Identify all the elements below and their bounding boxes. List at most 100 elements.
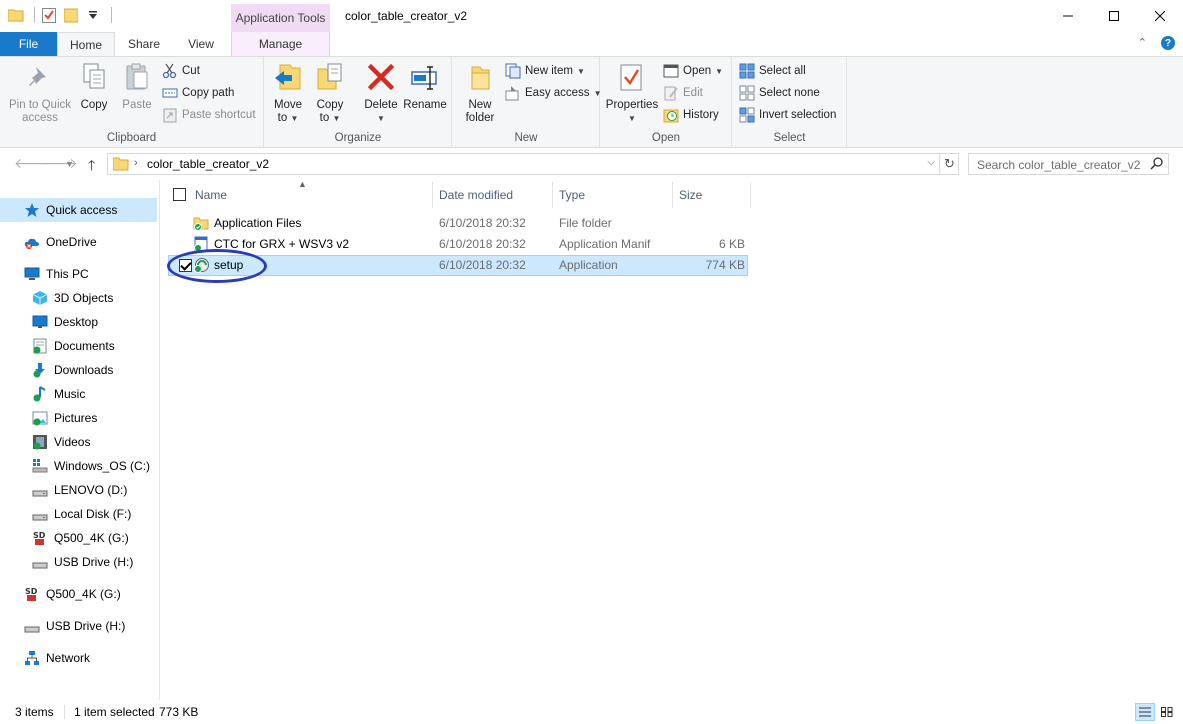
nav-music-label: Music	[54, 387, 86, 401]
edit-label: Edit	[683, 87, 703, 99]
usb-drive-icon	[24, 618, 40, 634]
music-icon	[32, 386, 48, 402]
delete-dropdown-icon[interactable]: ▼	[377, 112, 385, 125]
nav-downloads[interactable]: Downloads	[32, 358, 113, 382]
select-group-label: Select	[773, 132, 806, 144]
breadcrumb-current-folder[interactable]: color_table_creator_v2	[147, 157, 269, 171]
properties-dropdown-icon[interactable]: ▼	[628, 112, 636, 125]
nav-usb-sub[interactable]: USB Drive (H:)	[32, 550, 133, 574]
column-header-type[interactable]: Type	[559, 182, 585, 208]
nav-desktop[interactable]: Desktop	[32, 310, 98, 334]
nav-local-disk-label: Local Disk (F:)	[54, 507, 132, 521]
invert-selection-icon	[739, 107, 755, 123]
copy-button[interactable]: Copy	[76, 61, 112, 112]
new-folder-button[interactable]: New folder	[461, 61, 499, 125]
nav-quick-access[interactable]: Quick access	[0, 198, 157, 222]
select-all-button[interactable]: Select all	[739, 61, 806, 81]
pin-to-quick-access-button[interactable]: Pin to Quick access	[6, 61, 74, 125]
nav-pictures[interactable]: Pictures	[32, 406, 97, 430]
breadcrumb-chevron-icon[interactable]: ›	[134, 157, 138, 169]
close-button[interactable]	[1137, 0, 1183, 32]
nav-music[interactable]: Music	[32, 382, 85, 406]
rename-button[interactable]: Rename	[403, 61, 447, 112]
new-item-button[interactable]: New item ▼	[505, 61, 585, 81]
status-selected-count: 1 item selected	[74, 705, 155, 719]
new-folder-icon	[464, 61, 496, 93]
file-row[interactable]: Application Files 6/10/2018 20:32 File f…	[168, 213, 748, 234]
properties-icon	[616, 61, 648, 93]
copy-label: Copy	[80, 99, 108, 111]
address-bar[interactable]: › color_table_creator_v2 ⌵	[107, 153, 940, 175]
nav-lenovo-drive[interactable]: LENOVO (D:)	[32, 478, 127, 502]
column-header-date-modified[interactable]: Date modified	[439, 182, 513, 208]
large-icons-view-icon[interactable]	[1157, 703, 1177, 721]
drive-icon	[32, 506, 48, 522]
tab-home[interactable]: Home	[57, 32, 115, 57]
move-to-button[interactable]: Move to ▼	[271, 61, 305, 125]
new-folder-quick-icon[interactable]	[63, 7, 79, 23]
tab-manage[interactable]: Manage	[231, 32, 330, 56]
paste-button[interactable]: Paste	[118, 61, 156, 112]
maximize-button[interactable]	[1091, 0, 1137, 32]
nav-windows-os[interactable]: Windows_OS (C:)	[32, 454, 150, 478]
history-icon	[663, 107, 679, 123]
edit-button[interactable]: Edit	[663, 83, 703, 103]
delete-button[interactable]: Delete ▼	[361, 61, 401, 125]
file-size: 774 KB	[705, 258, 745, 272]
column-divider[interactable]	[552, 182, 553, 208]
column-header-size[interactable]: Size	[679, 182, 702, 208]
pane-divider[interactable]	[159, 180, 160, 700]
tab-file[interactable]: File	[0, 32, 57, 56]
nav-network[interactable]: Network	[24, 646, 90, 670]
nav-q500-sub[interactable]: SD Q500_4K (G:)	[32, 526, 129, 550]
open-button[interactable]: Open ▼	[663, 61, 723, 81]
search-box[interactable]: Search color_table_creator_v2	[968, 153, 1169, 175]
nav-onedrive-label: OneDrive	[46, 235, 97, 249]
nav-3d-objects[interactable]: 3D Objects	[32, 286, 113, 310]
column-divider[interactable]	[750, 182, 751, 208]
customize-toolbar-icon[interactable]	[85, 7, 101, 23]
delete-label: Delete	[364, 99, 398, 111]
recent-locations-icon[interactable]: ▼	[65, 159, 74, 169]
copy-path-label: Copy path	[182, 87, 235, 99]
status-bar: 3 items 1 item selected 773 KB	[0, 700, 1183, 724]
copy-to-button[interactable]: Copy to ▼	[313, 61, 347, 125]
scissors-icon	[162, 63, 178, 79]
collapse-ribbon-icon[interactable]: ⌃	[1138, 36, 1147, 50]
tab-view[interactable]: View	[172, 32, 230, 56]
nav-usb[interactable]: USB Drive (H:)	[24, 614, 125, 638]
nav-videos[interactable]: Videos	[32, 430, 90, 454]
windows-drive-icon	[32, 458, 48, 474]
properties-button[interactable]: Properties ▼	[605, 61, 659, 125]
copy-path-button[interactable]: Copy path	[162, 83, 234, 103]
details-view-icon[interactable]	[1135, 703, 1155, 721]
nav-onedrive[interactable]: OneDrive	[24, 230, 97, 254]
nav-this-pc[interactable]: This PC	[24, 262, 89, 286]
select-none-button[interactable]: Select none	[739, 83, 820, 103]
up-arrow-icon[interactable]: 🡑	[88, 155, 95, 179]
paste-shortcut-button[interactable]: Paste shortcut	[162, 105, 256, 125]
history-button[interactable]: History	[663, 105, 719, 125]
svg-text:SD: SD	[33, 531, 46, 540]
help-icon[interactable]: ?	[1161, 36, 1175, 50]
sd-card-icon: SD	[32, 530, 48, 546]
column-divider[interactable]	[432, 182, 433, 208]
onedrive-cloud-icon	[24, 234, 40, 250]
cut-button[interactable]: Cut	[162, 61, 200, 81]
file-row[interactable]: CTC for GRX + WSV3 v2 6/10/2018 20:32 Ap…	[168, 234, 748, 255]
invert-selection-button[interactable]: Invert selection	[739, 105, 836, 125]
nav-q500[interactable]: SD Q500_4K (G:)	[24, 582, 121, 606]
address-dropdown-icon[interactable]: ⌵	[927, 157, 935, 168]
minimize-button[interactable]	[1045, 0, 1091, 32]
nav-local-disk[interactable]: Local Disk (F:)	[32, 502, 131, 526]
column-divider[interactable]	[672, 182, 673, 208]
tab-share[interactable]: Share	[118, 32, 170, 56]
properties-quick-icon[interactable]	[41, 7, 57, 23]
select-all-checkbox[interactable]	[173, 188, 186, 201]
easy-access-button[interactable]: Easy access ▼	[505, 83, 601, 103]
column-header-name[interactable]: Name	[195, 182, 227, 208]
refresh-icon[interactable]: ↻	[941, 153, 959, 175]
nav-this-pc-label: This PC	[46, 267, 89, 281]
cube-icon	[32, 290, 48, 306]
nav-documents[interactable]: Documents	[32, 334, 115, 358]
